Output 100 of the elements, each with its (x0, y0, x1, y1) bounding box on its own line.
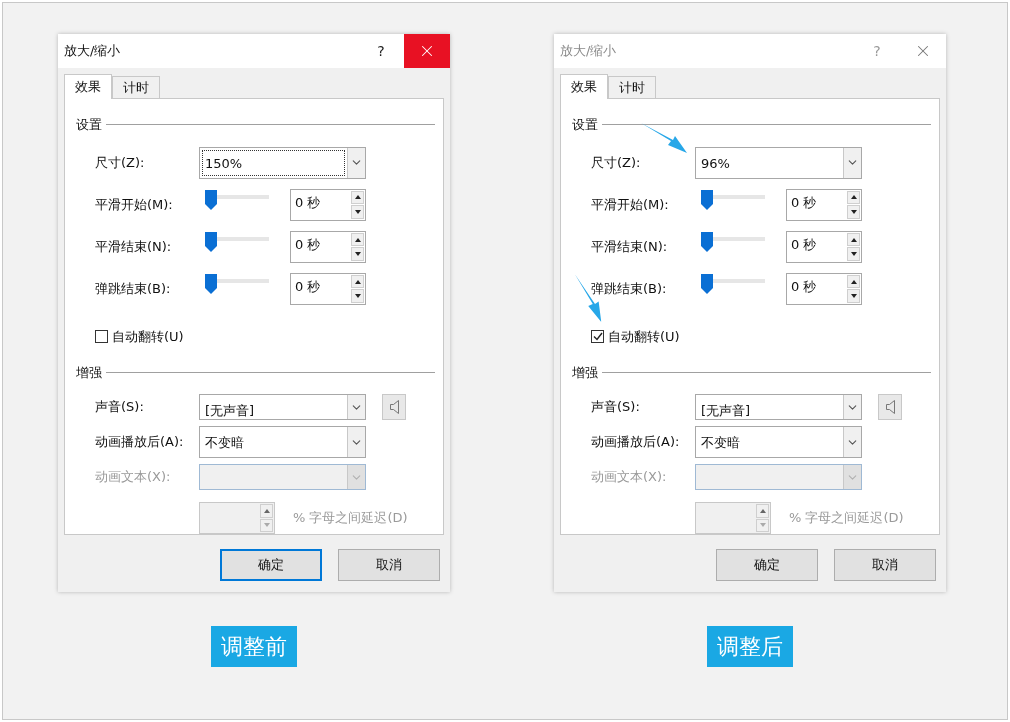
spin-down-button[interactable] (847, 205, 860, 219)
field-label: 尺寸(Z): (94, 153, 146, 172)
field-label: % 字母之间延迟(D) (293, 509, 408, 528)
spin-field[interactable]: 0 秒 (786, 188, 862, 221)
slider-thumb[interactable] (205, 189, 217, 210)
speaker-button[interactable] (382, 394, 406, 420)
dropdown-value: 150% (205, 155, 243, 171)
field-label: 动画文本(X): (590, 468, 668, 487)
dropdown-field[interactable]: 不变暗 (695, 426, 862, 458)
dropdown-field[interactable]: [无声音] (695, 394, 862, 420)
field-label: 弹跳结束(B): (94, 280, 172, 299)
dropdown-field[interactable]: [无声音] (199, 394, 366, 420)
dropdown-arrow-button[interactable] (843, 395, 861, 419)
field-label: 平滑开始(M): (590, 195, 670, 214)
spin-down-button[interactable] (847, 247, 860, 261)
caption-label: 调整后 (707, 626, 793, 667)
dropdown-field[interactable]: 96% (695, 146, 862, 179)
spin-down-button[interactable] (351, 205, 364, 219)
field-label: 弹跳结束(B): (590, 280, 668, 299)
dropdown-arrow-button[interactable] (843, 147, 861, 178)
spin-down-button[interactable] (847, 289, 860, 303)
down-triangle-icon (759, 523, 766, 528)
field-label: 平滑开始(M): (94, 195, 174, 214)
dialog-button[interactable]: 取消 (338, 549, 440, 581)
field-label: % 字母之间延迟(D) (789, 509, 904, 528)
spin-value: 0 秒 (790, 235, 818, 254)
down-triangle-icon (263, 523, 270, 528)
slider-track[interactable] (205, 273, 269, 294)
spin-down-button[interactable] (351, 247, 364, 261)
checkbox[interactable] (95, 330, 108, 344)
down-triangle-icon (850, 252, 857, 256)
dialog-button[interactable]: 取消 (834, 549, 936, 581)
dropdown-value: 不变暗 (205, 435, 244, 450)
dialog-button[interactable]: 确定 (220, 549, 322, 581)
speaker-icon (885, 400, 895, 414)
up-triangle-icon (354, 195, 361, 200)
dropdown-value: [无声音] (205, 403, 255, 418)
dropdown-arrow-button[interactable] (347, 395, 365, 419)
field-label: 声音(S): (94, 398, 145, 417)
spin-field[interactable]: 0 秒 (786, 272, 862, 305)
speaker-icon (389, 400, 399, 414)
spin-down-button[interactable] (351, 289, 364, 303)
tab[interactable]: 效果 (560, 74, 608, 99)
spin-field[interactable]: 0 秒 (786, 230, 862, 263)
spin-up-button[interactable] (351, 232, 364, 247)
spin-up-button[interactable] (351, 274, 364, 289)
dropdown-arrow-button[interactable] (843, 427, 861, 457)
dropdown-value: 不变暗 (701, 435, 740, 450)
slider-thumb[interactable] (701, 189, 713, 210)
checkbox-label: 自动翻转(U) (608, 328, 680, 346)
slider-track[interactable] (205, 231, 269, 252)
dropdown-field[interactable]: 150% (199, 146, 366, 179)
slider-thumb[interactable] (701, 273, 713, 294)
slider-thumb[interactable] (701, 231, 713, 252)
slider-track[interactable] (205, 189, 269, 210)
slider-thumb[interactable] (205, 231, 217, 252)
spin-value: 0 秒 (294, 235, 322, 254)
tab[interactable]: 效果 (64, 74, 112, 99)
field-label: 平滑结束(N): (590, 238, 669, 256)
spin-up-button[interactable] (847, 274, 860, 289)
up-triangle-icon (354, 237, 361, 242)
spin-up-button[interactable] (847, 232, 860, 247)
field-label: 动画文本(X): (94, 468, 172, 487)
slider-track[interactable] (701, 189, 765, 210)
group-title: 增强 (76, 363, 102, 382)
window-title: 放大/缩小 (559, 42, 618, 61)
spin-field[interactable]: 0 秒 (290, 230, 366, 263)
spin-field[interactable]: 0 秒 (290, 188, 366, 221)
up-triangle-icon (263, 508, 270, 513)
checkbox-label: 自动翻转(U) (112, 328, 184, 346)
field-label: 动画播放后(A): (590, 433, 681, 452)
dropdown-arrow-button[interactable] (347, 147, 365, 178)
group-title: 设置 (76, 116, 102, 134)
up-triangle-icon (850, 279, 857, 284)
spin-value: 0 秒 (790, 193, 818, 212)
slider-thumb[interactable] (205, 273, 217, 294)
dialog-button[interactable]: 确定 (716, 549, 818, 581)
spin-field[interactable]: 0 秒 (290, 272, 366, 305)
group-title: 增强 (572, 363, 598, 382)
spin-up-button[interactable] (351, 190, 364, 205)
speaker-button[interactable] (878, 394, 902, 420)
checkbox[interactable] (591, 330, 604, 344)
slider-track[interactable] (701, 273, 765, 294)
down-triangle-icon (354, 252, 361, 256)
spin-up-button[interactable] (847, 190, 860, 205)
dropdown-field[interactable]: 不变暗 (199, 426, 366, 458)
dropdown-value: [无声音] (701, 403, 751, 418)
spin-value: 0 秒 (790, 277, 818, 296)
up-triangle-icon (850, 195, 857, 200)
down-triangle-icon (850, 209, 857, 214)
down-triangle-icon (354, 209, 361, 214)
window-title: 放大/缩小 (63, 42, 122, 61)
tab[interactable]: 计时 (608, 76, 656, 98)
dropdown-arrow-button[interactable] (347, 427, 365, 457)
tab[interactable]: 计时 (112, 76, 160, 98)
help-button[interactable]: ? (358, 40, 404, 62)
caption-label: 调整前 (211, 626, 297, 667)
group-title: 设置 (572, 116, 598, 134)
slider-track[interactable] (701, 231, 765, 252)
dropdown-value: 96% (701, 155, 730, 171)
